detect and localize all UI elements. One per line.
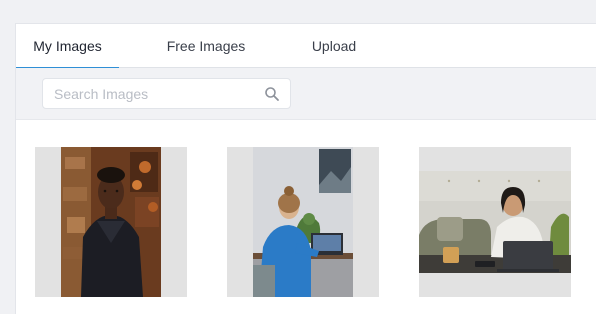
image-thumbnail[interactable] xyxy=(227,147,379,297)
image-picker-panel: My Images Free Images Upload xyxy=(15,23,596,314)
tab-label: Free Images xyxy=(166,38,246,54)
tab-label: My Images xyxy=(33,38,102,54)
tab-label: Upload xyxy=(311,38,357,54)
image-thumbnail[interactable] xyxy=(419,147,571,297)
laptop-photo xyxy=(419,147,571,297)
search-toolbar xyxy=(16,68,596,120)
desk-photo xyxy=(227,147,379,297)
tab-my-images[interactable]: My Images xyxy=(16,24,119,69)
image-grid xyxy=(16,120,596,314)
tab-bar: My Images Free Images Upload xyxy=(16,24,596,69)
tab-upload[interactable]: Upload xyxy=(286,24,382,68)
search-box xyxy=(42,78,291,109)
search-icon[interactable] xyxy=(264,86,280,102)
image-thumbnail[interactable] xyxy=(35,147,187,297)
search-input[interactable] xyxy=(43,85,253,102)
portrait-photo xyxy=(35,147,187,297)
tab-free-images[interactable]: Free Images xyxy=(144,24,268,68)
